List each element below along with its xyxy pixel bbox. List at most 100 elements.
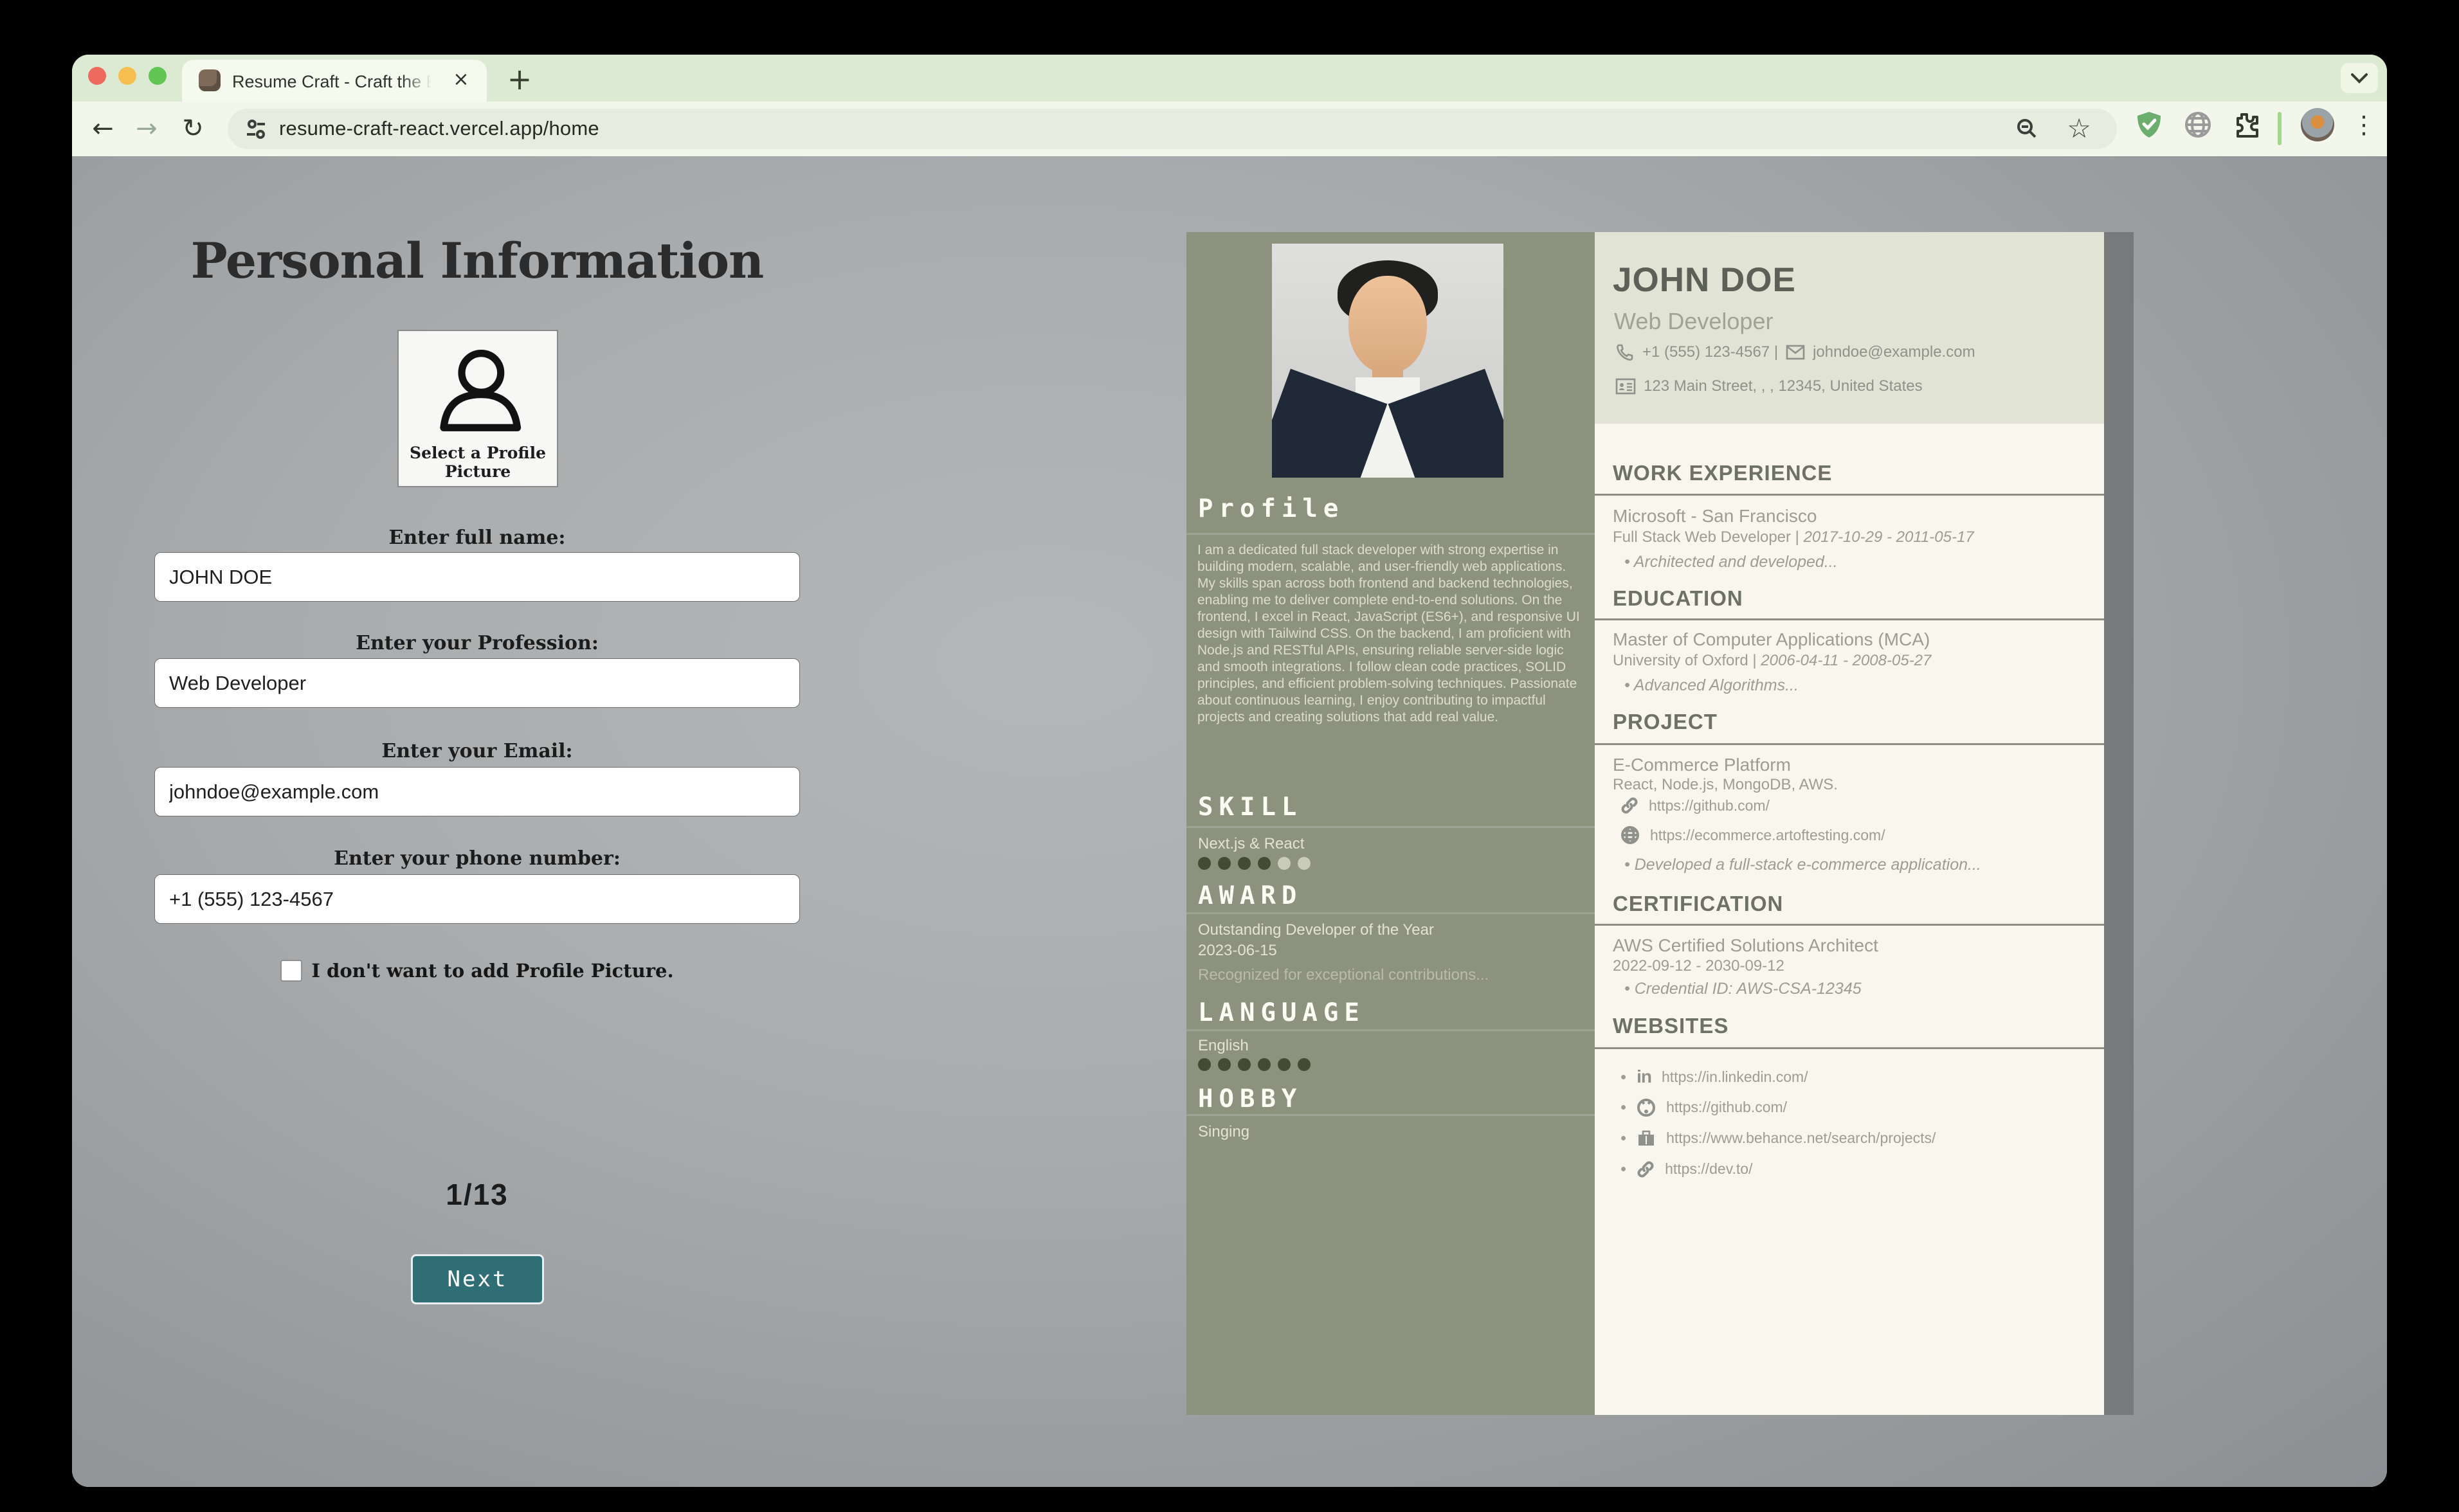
github-icon (1637, 1098, 1656, 1117)
tab-close-icon[interactable]: × (449, 68, 473, 91)
profession-label: Enter your Profession: (154, 632, 800, 654)
work-dates: 2017-10-29 - 2011-05-17 (1804, 528, 1974, 546)
education-section-title: EDUCATION (1613, 586, 1743, 611)
award-note: Recognized for exceptional contributions… (1198, 966, 1489, 984)
browser-window: Resume Craft - Craft the Best × + ← → ↻ … (72, 55, 2387, 1487)
email-input[interactable] (154, 767, 800, 816)
certification-name: AWS Certified Solutions Architect (1613, 935, 1878, 956)
education-school-dates: University of Oxford | 2006-04-11 - 2008… (1613, 652, 1931, 670)
divider (1595, 924, 2104, 926)
profile-picture-upload[interactable]: Select a Profile Picture (397, 330, 558, 487)
language-name: English (1198, 1037, 1249, 1055)
award-date: 2023-06-15 (1198, 942, 1277, 960)
full-name-input[interactable] (154, 552, 800, 602)
work-company: Microsoft - San Francisco (1613, 506, 1817, 526)
next-button[interactable]: Next (411, 1254, 544, 1304)
language-section-title: LANGUAGE (1198, 998, 1365, 1027)
project-name: E-Commerce Platform (1613, 755, 1791, 775)
education-school: University of Oxford | (1613, 652, 1761, 669)
divider (1186, 826, 1595, 828)
forward-icon[interactable]: → (129, 111, 165, 147)
resume-right-column: JOHN DOE Web Developer +1 (555) 123-4567… (1595, 232, 2104, 1415)
page-content: Personal Information Select a Profile Pi… (72, 156, 2387, 1487)
divider (1595, 743, 2104, 745)
project-live-row: https://ecommerce.artoftesting.com/ (1620, 825, 1885, 845)
resume-name: JOHN DOE (1613, 260, 1796, 300)
no-picture-checkbox[interactable] (280, 960, 302, 982)
website-url[interactable]: https://dev.to/ (1665, 1160, 1752, 1178)
browser-menu-icon[interactable]: ⋮ (2348, 108, 2379, 141)
website-row-github: • https://github.com/ (1620, 1097, 1787, 1117)
zoom-window-button[interactable] (149, 67, 167, 85)
full-name-label: Enter full name: (154, 526, 800, 549)
skill-rating-dots (1198, 857, 1318, 871)
id-card-icon (1615, 378, 1636, 395)
url-text[interactable]: resume-craft-react.vercel.app/home (279, 117, 599, 140)
resume-contact-row: +1 (555) 123-4567 | johndoe@example.com (1615, 343, 1975, 362)
certification-dates: 2022-09-12 - 2030-09-12 (1613, 957, 1784, 975)
divider (1595, 1047, 2104, 1049)
adblock-shield-icon[interactable] (2134, 109, 2164, 140)
step-indicator: 1/13 (154, 1177, 800, 1212)
website-url[interactable]: https://www.behance.net/search/projects/ (1666, 1130, 1936, 1147)
close-window-button[interactable] (88, 67, 106, 85)
website-url[interactable]: https://in.linkedin.com/ (1662, 1068, 1808, 1086)
divider (1186, 1029, 1595, 1031)
language-rating-dots (1198, 1058, 1318, 1072)
zoom-out-icon[interactable] (2014, 116, 2040, 142)
link-icon (1637, 1160, 1655, 1178)
award-name: Outstanding Developer of the Year (1198, 921, 1434, 939)
extensions-puzzle-icon[interactable] (2230, 109, 2261, 140)
email-label: Enter your Email: (154, 740, 800, 762)
tab-favicon-icon (199, 69, 221, 91)
tab-strip: Resume Craft - Craft the Best × + (72, 55, 2387, 102)
profession-input[interactable] (154, 658, 800, 708)
profile-picture-label: Select a Profile Picture (399, 444, 557, 481)
site-settings-icon[interactable] (243, 116, 269, 142)
phone-input[interactable] (154, 874, 800, 924)
certification-bullet: • Credential ID: AWS-CSA-12345 (1624, 980, 1862, 998)
resume-phone: +1 (555) 123-4567 | (1642, 343, 1778, 361)
resume-address: 123 Main Street, , , 12345, United State… (1644, 377, 1923, 395)
new-tab-button[interactable]: + (502, 62, 538, 98)
browser-tab[interactable]: Resume Craft - Craft the Best × (182, 60, 487, 102)
project-repo-url[interactable]: https://github.com/ (1649, 797, 1770, 815)
phone-icon (1615, 343, 1635, 362)
page-title: Personal Information (154, 232, 800, 289)
hobby-section-title: HOBBY (1198, 1084, 1302, 1113)
no-picture-option: I don't want to add Profile Picture. (154, 960, 800, 982)
work-role-dates: Full Stack Web Developer | 2017-10-29 - … (1613, 528, 1974, 546)
website-url[interactable]: https://github.com/ (1666, 1099, 1787, 1116)
phone-label: Enter your phone number: (154, 847, 800, 870)
back-icon[interactable]: ← (85, 111, 121, 147)
project-repo-row: https://github.com/ (1620, 797, 1770, 815)
personal-information-form: Personal Information Select a Profile Pi… (154, 194, 800, 1466)
websites-section-title: WEBSITES (1613, 1014, 1729, 1038)
briefcase-icon (1637, 1130, 1656, 1148)
resume-address-row: 123 Main Street, , , 12345, United State… (1615, 377, 1923, 395)
no-picture-label: I don't want to add Profile Picture. (311, 960, 673, 982)
bookmark-star-icon[interactable]: ☆ (2067, 113, 2091, 144)
address-bar[interactable]: resume-craft-react.vercel.app/home ☆ (228, 109, 2117, 149)
project-bullet: • Developed a full-stack e-commerce appl… (1624, 856, 1981, 874)
browser-toolbar: ← → ↻ resume-craft-react.vercel.app/home… (72, 102, 2387, 156)
tab-search-chevron-button[interactable] (2341, 63, 2378, 93)
reload-icon[interactable]: ↻ (175, 111, 211, 147)
website-row-linkedin: • in https://in.linkedin.com/ (1620, 1066, 1808, 1087)
minimize-window-button[interactable] (118, 67, 136, 85)
skill-section-title: SKILL (1198, 793, 1302, 822)
education-degree: Master of Computer Applications (MCA) (1613, 629, 1930, 650)
work-bullet: • Architected and developed... (1624, 553, 1838, 572)
profile-photo (1272, 244, 1503, 478)
project-live-url[interactable]: https://ecommerce.artoftesting.com/ (1650, 827, 1885, 844)
globe-extension-icon[interactable] (2182, 109, 2213, 140)
browser-profile-avatar[interactable] (2301, 108, 2334, 141)
divider (1595, 618, 2104, 620)
project-section-title: PROJECT (1613, 710, 1718, 734)
profile-section-title: Profile (1198, 494, 1344, 523)
website-row-behance: • https://www.behance.net/search/project… (1620, 1128, 1936, 1148)
award-section-title: AWARD (1198, 881, 1302, 910)
divider (1186, 1114, 1595, 1116)
education-bullet: • Advanced Algorithms... (1624, 676, 1799, 695)
resume-page-edge (2104, 232, 2134, 1415)
